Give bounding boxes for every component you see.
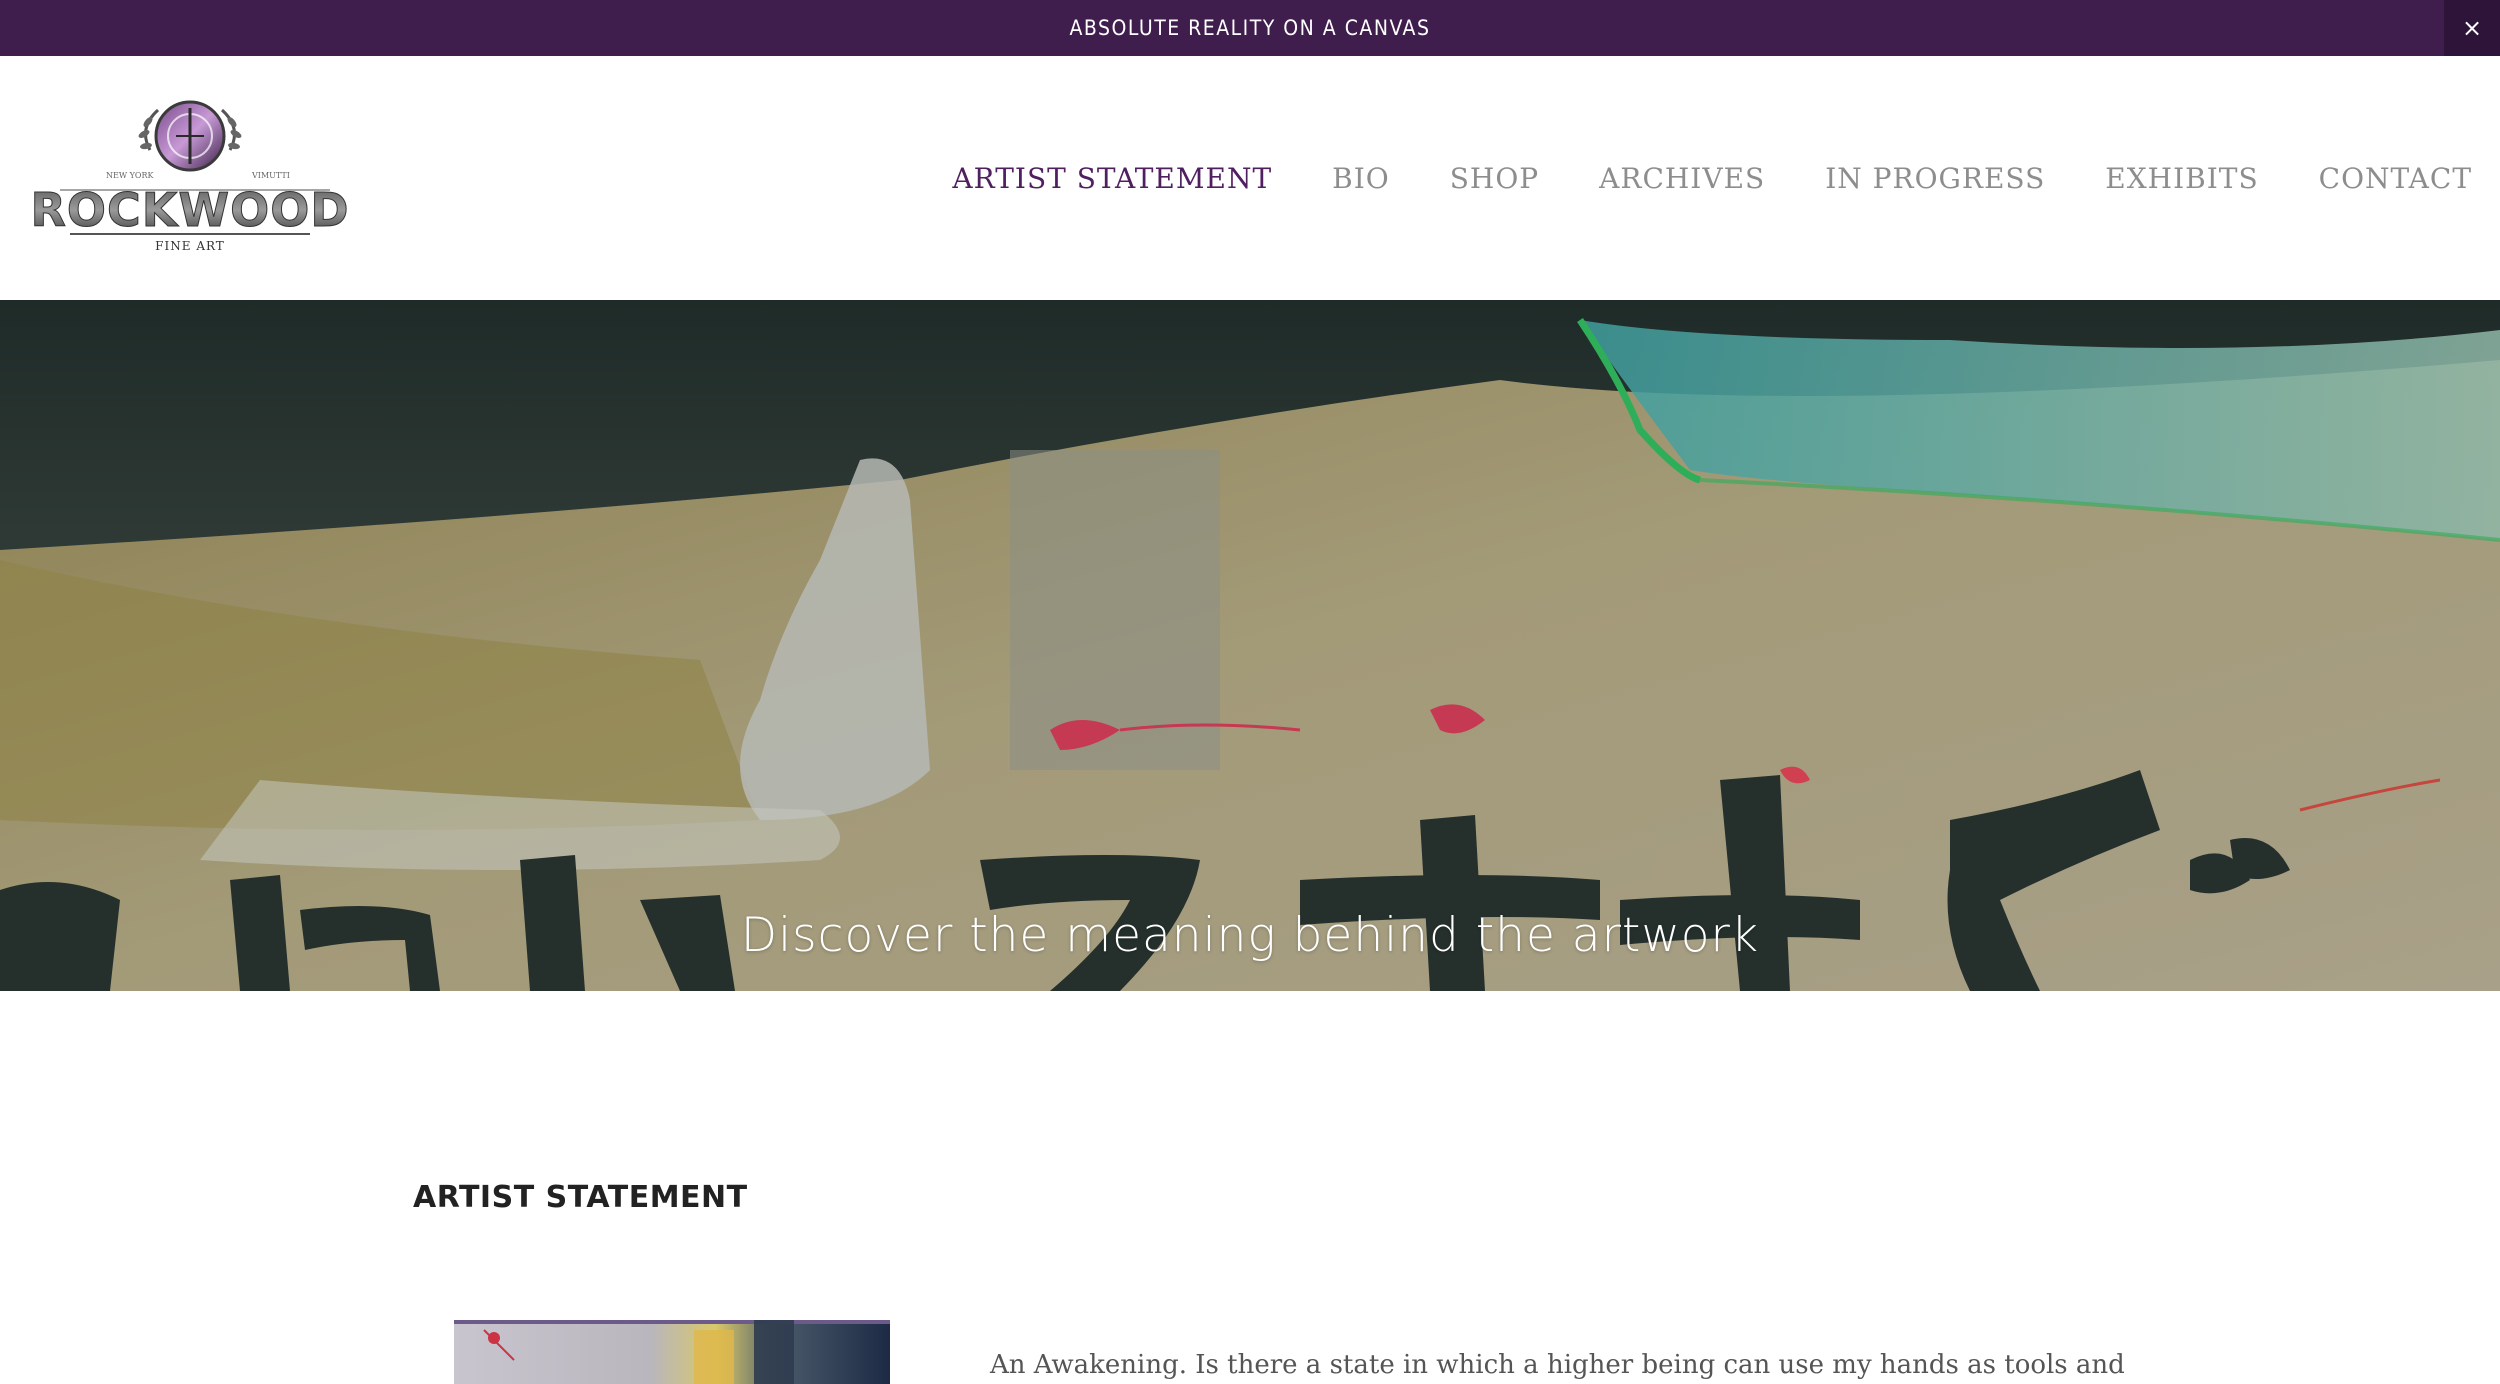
- hero-banner: Discover the meaning behind the artwork: [0, 300, 2500, 991]
- nav-item-archives[interactable]: ARCHIVES: [1599, 162, 1765, 195]
- svg-text:VIMUTTI: VIMUTTI: [251, 171, 290, 180]
- artwork-image: [454, 1320, 890, 1384]
- announcement-bar: ABSOLUTE REALITY ON A CANVAS ×: [0, 0, 2500, 56]
- site-logo[interactable]: NEW YORK VIMUTTI ROCKWOOD FINE ART: [30, 98, 350, 268]
- hero-tagline: Discover the meaning behind the artwork: [740, 908, 1760, 963]
- hero-painting-image: [0, 300, 2500, 991]
- statement-text: An Awakening. Is there a state in which …: [990, 1350, 2125, 1380]
- rockwood-logo-icon: NEW YORK VIMUTTI ROCKWOOD FINE ART: [30, 100, 349, 253]
- svg-text:FINE ART: FINE ART: [155, 239, 225, 253]
- nav-item-shop[interactable]: SHOP: [1450, 162, 1539, 195]
- artwork-thumbnail[interactable]: [454, 1320, 890, 1384]
- svg-text:ROCKWOOD: ROCKWOOD: [30, 183, 349, 237]
- main-nav: ARTIST STATEMENT BIO SHOP ARCHIVES IN PR…: [952, 56, 2472, 300]
- nav-item-bio[interactable]: BIO: [1332, 162, 1390, 195]
- announcement-text: ABSOLUTE REALITY ON A CANVAS: [1069, 16, 1431, 40]
- nav-item-contact[interactable]: CONTACT: [2319, 162, 2472, 195]
- page-title: ARTIST STATEMENT: [413, 1180, 748, 1215]
- svg-text:NEW YORK: NEW YORK: [106, 171, 154, 180]
- site-header: NEW YORK VIMUTTI ROCKWOOD FINE ART ARTIS…: [0, 56, 2500, 300]
- nav-item-artist-statement[interactable]: ARTIST STATEMENT: [952, 162, 1272, 195]
- close-icon[interactable]: ×: [2444, 0, 2500, 56]
- nav-item-in-progress[interactable]: IN PROGRESS: [1825, 162, 2045, 195]
- nav-item-exhibits[interactable]: EXHIBITS: [2105, 162, 2258, 195]
